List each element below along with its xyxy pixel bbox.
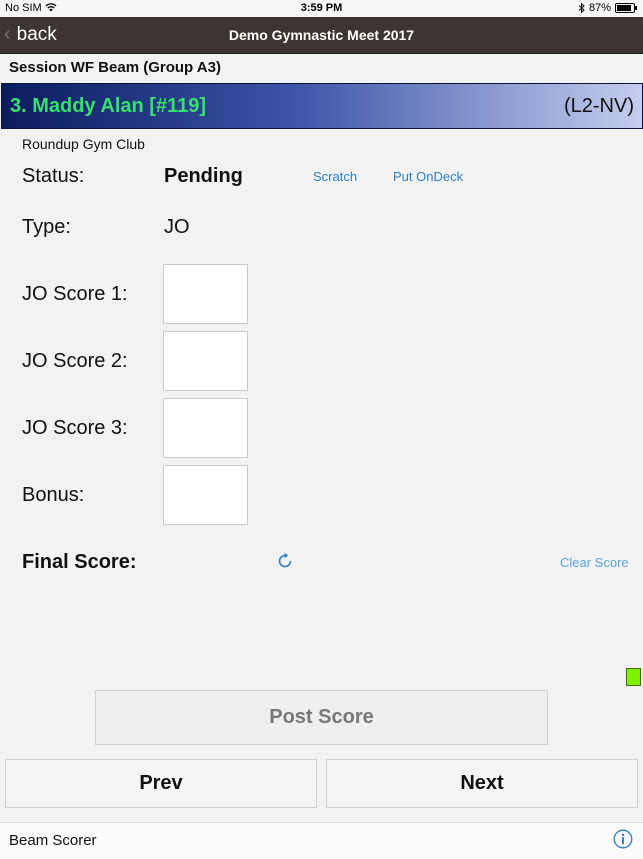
athlete-header: 3. Maddy Alan [#119] (L2-NV) (1, 83, 643, 129)
status-indicator (626, 668, 641, 686)
post-score-button[interactable]: Post Score (95, 690, 548, 745)
type-value: JO (164, 216, 190, 238)
jo-score-2-input[interactable] (163, 331, 248, 391)
jo-score-1-input[interactable] (163, 264, 248, 324)
session-title: Session WF Beam (Group A3) (9, 59, 221, 76)
jo-score-1-label: JO Score 1: (22, 283, 128, 305)
athlete-level: (L2-NV) (563, 95, 634, 117)
bonus-label: Bonus: (22, 484, 85, 506)
put-ondeck-button[interactable]: Put OnDeck (393, 169, 463, 184)
footer-bar: Beam Scorer (0, 822, 643, 859)
bonus-input[interactable] (163, 465, 248, 525)
scratch-button[interactable]: Scratch (313, 169, 357, 184)
status-value: Pending (164, 165, 243, 187)
bluetooth-icon (578, 3, 585, 13)
final-score-label: Final Score: (22, 551, 137, 573)
info-icon[interactable] (613, 829, 633, 849)
battery-fill (617, 5, 631, 11)
nav-title: Demo Gymnastic Meet 2017 (228, 27, 415, 43)
jo-score-2-label: JO Score 2: (22, 350, 128, 372)
navigation-bar: ‹ back Demo Gymnastic Meet 2017 (0, 17, 643, 54)
status-label: Status: (22, 165, 85, 187)
footer-title: Beam Scorer (9, 832, 97, 849)
clock: 3:59 PM (300, 2, 343, 14)
battery-percent: 87% (588, 2, 611, 14)
prev-button[interactable]: Prev (5, 759, 317, 808)
status-right: 87% (578, 2, 637, 14)
refresh-icon[interactable] (276, 552, 294, 570)
jo-score-3-label: JO Score 3: (22, 417, 128, 439)
status-bar: No SIM 3:59 PM 87% (0, 0, 643, 17)
next-button[interactable]: Next (326, 759, 638, 808)
battery-icon (615, 3, 637, 13)
athlete-name: 3. Maddy Alan [#119] (10, 95, 206, 117)
clear-score-button[interactable]: Clear Score (560, 555, 629, 570)
type-label: Type: (22, 216, 71, 238)
club-name: Roundup Gym Club (22, 136, 145, 152)
jo-score-3-input[interactable] (163, 398, 248, 458)
